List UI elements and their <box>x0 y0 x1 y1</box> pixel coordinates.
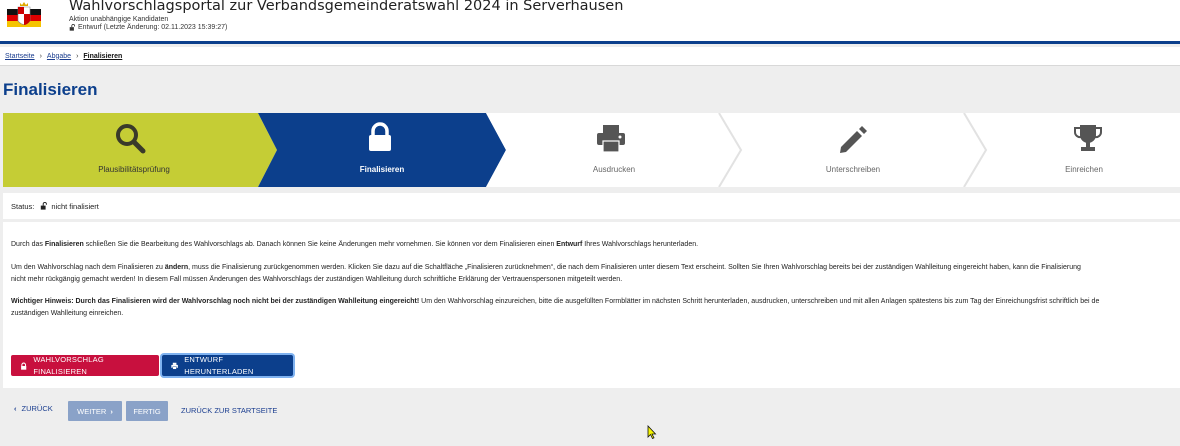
unlock-icon <box>41 202 48 210</box>
draft-status-text: Entwurf (Letzte Änderung: 02.11.2023 15:… <box>78 24 228 31</box>
next-button[interactable]: WEITER › <box>68 401 122 421</box>
step-label-print: Ausdrucken <box>592 165 636 174</box>
page-title: Finalisieren <box>3 80 98 99</box>
info-text-bold: Finalisieren <box>44 241 84 248</box>
lock-icon <box>21 362 27 370</box>
info-text: Um den Wahlvorschlag einzureichen, bitte… <box>419 298 1100 305</box>
step-label-submit: Einreichen <box>1065 165 1103 174</box>
app-header: Wahlvorschlagsportal zur Verbandsgemeind… <box>0 0 1180 44</box>
coat-of-arms-icon <box>7 2 41 27</box>
wizard-navigation: ‹ ZURÜCK WEITER › FERTIG ZURÜCK ZUR STAR… <box>0 401 1180 421</box>
mouse-cursor-icon <box>647 425 657 439</box>
important-notice: Wichtiger Hinweis: Durch das Finalisiere… <box>11 298 420 305</box>
download-draft-button-label: ENTWURF HERUNTERLADEN <box>184 355 254 376</box>
info-panel: Durch das Finalisieren schließen Sie die… <box>3 222 1180 388</box>
info-text: Ihres Wahlvorschlags herunterladen. <box>582 241 699 248</box>
info-paragraph-3: Wichtiger Hinweis: Durch das Finalisiere… <box>11 296 1099 319</box>
finish-button[interactable]: FERTIG <box>126 401 168 421</box>
draft-status: Entwurf (Letzte Änderung: 02.11.2023 15:… <box>69 24 227 31</box>
chevron-right-icon: › <box>39 52 42 60</box>
info-text: zuständigen Wahlleitung einreichen. <box>11 309 124 317</box>
portal-title: Wahlvorschlagsportal zur Verbandsgemeind… <box>69 0 624 14</box>
chevron-right-icon: › <box>110 406 113 416</box>
step-sign-bg <box>719 113 986 187</box>
back-button-label: ZURÜCK <box>21 404 53 413</box>
finish-button-label: FERTIG <box>133 406 161 416</box>
info-paragraph-1: Durch das Finalisieren schließen Sie die… <box>11 239 698 251</box>
info-text: Durch das <box>11 241 45 248</box>
step-label-plausibility: Plausibilitätsprüfung <box>98 165 170 174</box>
unlock-icon <box>69 24 76 31</box>
info-paragraph-2: Um den Wahlvorschlag nach dem Finalisier… <box>11 262 1081 285</box>
info-text: , muss die Finalisierung zurückgenommen … <box>188 264 1081 271</box>
breadcrumb-link-submit[interactable]: Abgabe <box>47 53 71 60</box>
step-label-sign: Unterschreiben <box>825 165 881 174</box>
info-text: Um den Wahlvorschlag nach dem Finalisier… <box>11 264 165 271</box>
chevron-right-icon: › <box>76 52 79 60</box>
download-draft-button[interactable]: ENTWURF HERUNTERLADEN <box>162 355 293 376</box>
info-text-bold: ändern <box>164 264 189 271</box>
finalize-button-label: WAHLVORSCHLAG FINALISIEREN <box>33 355 104 376</box>
status-value: nicht finalisiert <box>51 201 99 211</box>
chevron-left-icon: ‹ <box>14 404 17 413</box>
breadcrumb-current: Finalisieren <box>83 52 123 60</box>
organization-name: Aktion unabhängige Kandidaten <box>69 16 169 23</box>
step-submit-bg <box>964 113 1180 187</box>
back-button[interactable]: ‹ ZURÜCK <box>14 404 53 413</box>
progress-stepper: Plausibilitätsprüfung Finalisieren Ausdr… <box>3 113 1180 187</box>
info-text-bold: Entwurf <box>556 241 583 248</box>
status-label: Status: <box>11 201 35 211</box>
info-text: nicht mehr rückgängig gemacht werden! In… <box>11 275 623 283</box>
printer-icon <box>171 362 178 369</box>
status-bar: Status: nicht finalisiert <box>3 193 1180 219</box>
breadcrumb: Startseite › Abgabe › Finalisieren <box>0 47 1180 66</box>
breadcrumb-link-home[interactable]: Startseite <box>5 53 35 60</box>
back-to-home-link[interactable]: ZURÜCK ZUR STARTSEITE <box>181 406 277 415</box>
step-label-finalize: Finalisieren <box>359 165 405 174</box>
next-button-label: WEITER <box>77 406 107 416</box>
info-text: schließen Sie die Bearbeitung des Wahlvo… <box>83 241 557 248</box>
finalize-button[interactable]: WAHLVORSCHLAG FINALISIEREN <box>11 355 159 376</box>
